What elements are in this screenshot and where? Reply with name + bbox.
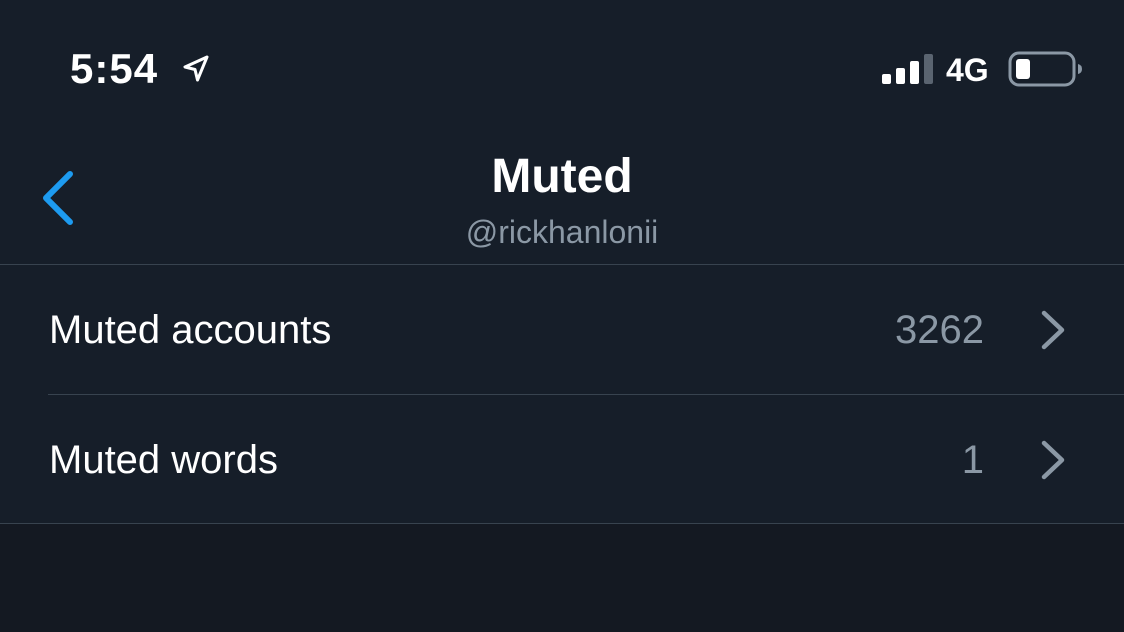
status-time: 5:54 — [70, 45, 159, 92]
muted-settings-screen: 5:54 4G Muted @rickhanlonii Muted accoun… — [0, 0, 1124, 632]
page-title: Muted — [491, 150, 633, 203]
row-label: Muted words — [49, 438, 278, 482]
content-surface: 5:54 4G Muted @rickhanlonii Muted accoun… — [0, 0, 1124, 524]
network-type-label: 4G — [946, 52, 989, 88]
cellular-signal-icon — [882, 54, 933, 84]
chevron-right-icon — [1041, 440, 1065, 480]
navigation-header: Muted @rickhanlonii — [0, 130, 1124, 265]
muted-words-count: 1 — [961, 438, 984, 482]
muted-accounts-row[interactable]: Muted accounts 3262 — [0, 265, 1124, 395]
battery-icon — [1008, 51, 1082, 87]
status-bar: 5:54 4G — [0, 0, 1124, 130]
muted-accounts-count: 3262 — [895, 308, 984, 352]
row-label: Muted accounts — [49, 308, 332, 352]
account-handle: @rickhanlonii — [465, 214, 659, 250]
location-arrow-icon — [183, 55, 209, 82]
muted-words-row[interactable]: Muted words 1 — [0, 395, 1124, 524]
settings-list: Muted accounts 3262 Muted words 1 — [0, 265, 1124, 524]
chevron-right-icon — [1041, 310, 1065, 350]
